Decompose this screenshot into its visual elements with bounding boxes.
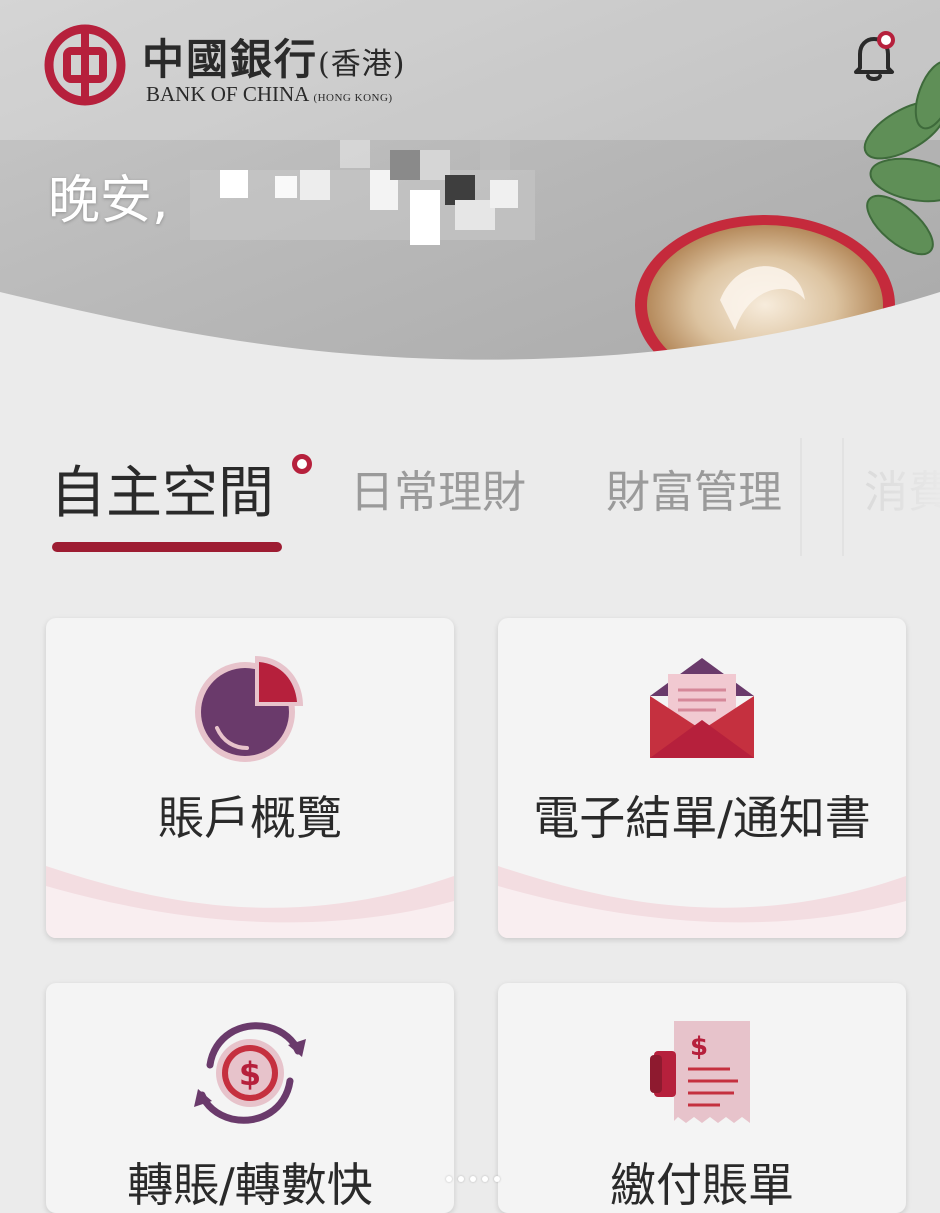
page-dot — [458, 1176, 464, 1182]
active-tab-indicator — [52, 542, 282, 552]
transfer-fps-card[interactable]: $ 轉賬/轉數快 — [46, 983, 454, 1213]
bill-receipt-icon: $ — [650, 1021, 750, 1123]
envelope-letter-icon — [650, 658, 754, 758]
page-dot — [482, 1176, 488, 1182]
tab-scroll-fade — [800, 438, 940, 556]
e-statement-card[interactable]: 電子結單/通知書 — [498, 618, 906, 938]
card-label: 賬戶概覽 — [158, 791, 342, 845]
bank-name-en: BANK OF CHINA (HONG KONG) — [146, 82, 393, 107]
page-dot — [494, 1176, 500, 1182]
tab-divider — [800, 438, 802, 556]
bell-badge — [877, 31, 895, 49]
bell-icon — [854, 31, 895, 81]
account-overview-card[interactable]: 賬戶概覽 — [46, 618, 454, 938]
card-wave-decoration — [498, 866, 906, 938]
card-label: 轉賬/轉數快 — [127, 1158, 373, 1212]
boc-logo-icon — [44, 24, 126, 106]
bank-name-cn: 中國銀行(香港) — [142, 26, 405, 87]
bank-logo: 中國銀行(香港) BANK OF CHINA (HONG KONG) — [44, 22, 444, 106]
hero-banner: 中國銀行(香港) BANK OF CHINA (HONG KONG) 晚安, — [0, 0, 940, 370]
page-dot — [470, 1176, 476, 1182]
card-wave-decoration — [46, 866, 454, 938]
bank-region-cn: (香港) — [318, 47, 406, 82]
greeting-text: 晚安, — [48, 171, 169, 231]
bank-name-en-text: BANK OF CHINA — [146, 82, 309, 106]
bank-name-cn-text: 中國銀行 — [142, 35, 319, 84]
tab-notification-dot — [292, 454, 312, 474]
tab-daily-banking[interactable]: 日常理財 — [350, 456, 526, 520]
notification-bell-button[interactable] — [846, 28, 902, 84]
dollar-transfer-icon: $ — [194, 1022, 306, 1124]
card-label: 電子結單/通知書 — [533, 791, 871, 845]
page-dot — [446, 1176, 452, 1182]
category-tabs: 自主空間 日常理財 財富管理 消費 — [0, 438, 940, 558]
pie-chart-icon — [195, 656, 303, 762]
bank-region-en: (HONG KONG) — [313, 92, 393, 104]
page-indicator — [446, 1167, 506, 1182]
redacted-username — [190, 140, 535, 245]
bill-payment-card[interactable]: $ 繳付賬單 — [498, 983, 906, 1213]
card-label: 繳付賬單 — [610, 1158, 794, 1212]
svg-text:$: $ — [239, 1055, 261, 1093]
tab-divider — [842, 438, 844, 556]
svg-text:$: $ — [690, 1032, 708, 1062]
tab-wealth-management[interactable]: 財富管理 — [606, 456, 782, 520]
tab-self-service[interactable]: 自主空間 — [50, 448, 274, 529]
